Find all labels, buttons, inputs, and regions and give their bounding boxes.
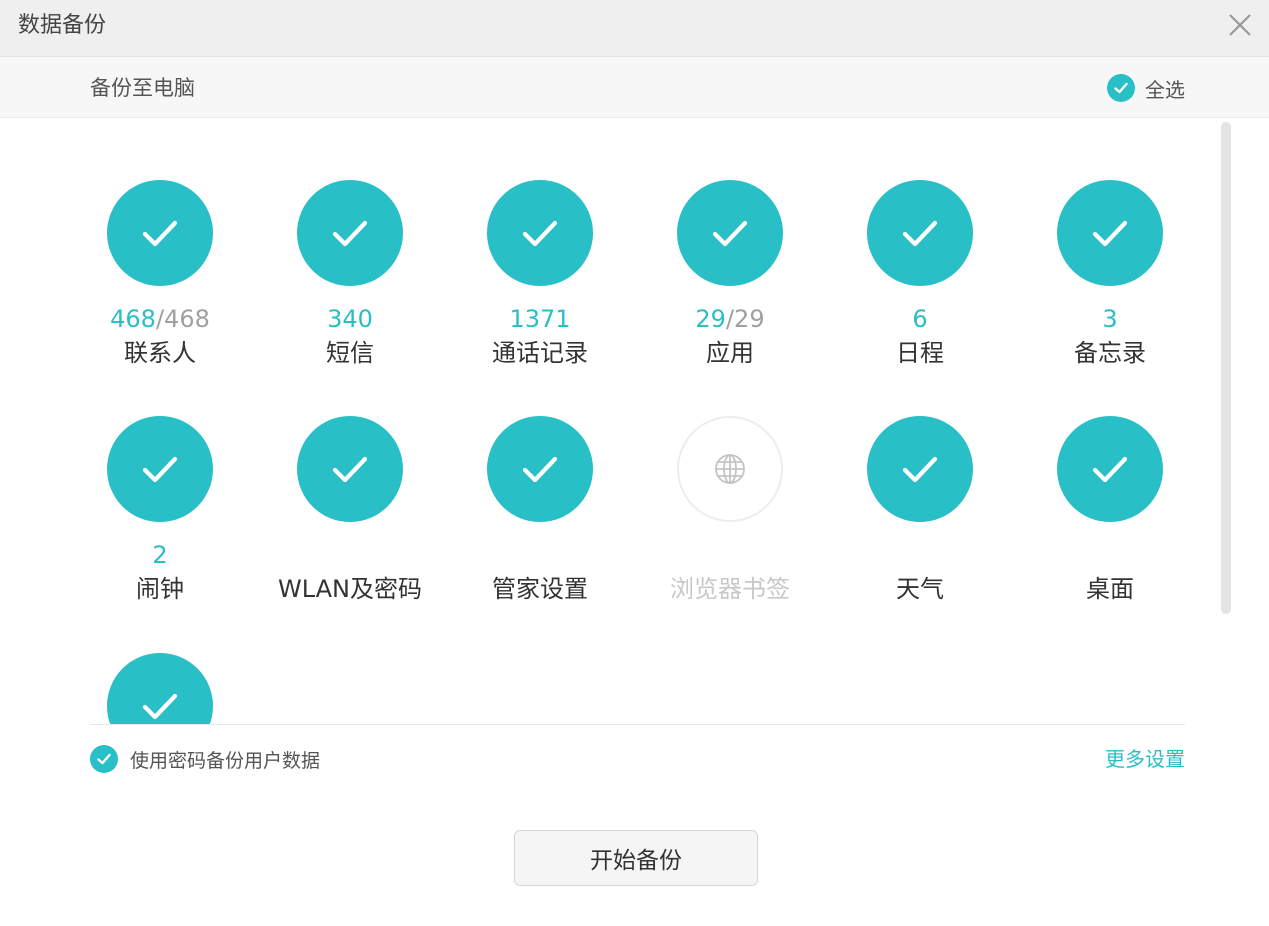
item-label: 天气 <box>896 575 944 603</box>
backup-item[interactable] <box>70 653 250 724</box>
item-count-value: 3 <box>1102 305 1118 333</box>
item-count-value: 29 <box>695 305 726 333</box>
item-count: 6 <box>912 304 927 334</box>
item-count: 1371 <box>509 304 570 334</box>
backup-item[interactable]: 浏览器书签 <box>640 416 820 636</box>
backup-item[interactable]: 桌面 <box>1020 416 1200 636</box>
item-count-value: 1371 <box>509 305 571 333</box>
item-count: 468/468 <box>110 304 210 334</box>
item-label: 备忘录 <box>1074 339 1146 367</box>
scrollbar-track[interactable] <box>1221 122 1231 614</box>
backup-item[interactable]: WLAN及密码 <box>260 416 440 636</box>
item-label: 短信 <box>326 339 374 367</box>
check-icon <box>297 416 403 522</box>
start-backup-button[interactable]: 开始备份 <box>514 830 758 886</box>
select-all-toggle[interactable]: 全选 <box>1107 73 1185 103</box>
item-count: 29/29 <box>695 304 764 334</box>
backup-destination-label: 备份至电脑 <box>90 76 195 100</box>
backup-item[interactable]: 3 备忘录 <box>1020 180 1200 400</box>
divider <box>90 724 1185 725</box>
check-icon <box>487 180 593 286</box>
backup-item[interactable]: 6 日程 <box>830 180 1010 400</box>
item-label: 闹钟 <box>136 575 184 603</box>
item-label: 桌面 <box>1086 575 1134 603</box>
check-icon <box>1057 416 1163 522</box>
check-circle-icon <box>1107 74 1135 102</box>
check-icon <box>677 180 783 286</box>
item-label: 通话记录 <box>492 339 588 367</box>
password-backup-checkbox[interactable]: 使用密码备份用户数据 <box>90 744 320 774</box>
close-icon <box>1229 14 1251 36</box>
item-count-total: 29 <box>734 305 765 333</box>
check-circle-icon <box>90 745 118 773</box>
item-label: 日程 <box>896 339 944 367</box>
item-count-value: 6 <box>912 305 928 333</box>
item-count: 340 <box>327 304 373 334</box>
check-icon <box>107 180 213 286</box>
check-icon <box>867 416 973 522</box>
backup-item[interactable]: 1371 通话记录 <box>450 180 630 400</box>
backup-item[interactable]: 2 闹钟 <box>70 416 250 636</box>
item-count: 2 <box>152 540 167 570</box>
check-icon <box>107 416 213 522</box>
item-label: WLAN及密码 <box>277 575 423 603</box>
item-label: 联系人 <box>124 339 196 367</box>
select-all-label: 全选 <box>1145 77 1185 102</box>
password-backup-label: 使用密码备份用户数据 <box>130 749 321 772</box>
backup-item[interactable]: 天气 <box>830 416 1010 636</box>
item-label: 浏览器书签 <box>670 575 790 603</box>
item-count-separator: / <box>155 305 165 333</box>
item-count-value: 340 <box>327 305 373 333</box>
backup-item-grid: 468/468 联系人 340 短信 1371 通话记录 29/29 应用 6 日程 3 备忘录 2 闹钟… <box>0 118 1269 724</box>
backup-item[interactable]: 管家设置 <box>450 416 630 636</box>
backup-header: 备份至电脑 全选 <box>0 57 1269 118</box>
backup-item[interactable]: 29/29 应用 <box>640 180 820 400</box>
check-icon <box>867 180 973 286</box>
item-count-separator: / <box>725 305 735 333</box>
check-icon <box>297 180 403 286</box>
item-count-total: 468 <box>164 305 210 333</box>
scrollbar-thumb[interactable] <box>1221 122 1231 614</box>
check-icon <box>487 416 593 522</box>
backup-item[interactable]: 468/468 联系人 <box>70 180 250 400</box>
item-label: 管家设置 <box>492 575 588 603</box>
window-title: 数据备份 <box>18 13 107 38</box>
item-count-value: 2 <box>152 541 168 569</box>
more-settings-link[interactable]: 更多设置 <box>1105 746 1185 772</box>
title-bar: 数据备份 <box>0 0 1269 57</box>
close-button[interactable] <box>1225 10 1255 40</box>
item-count: 3 <box>1102 304 1117 334</box>
backup-item[interactable]: 340 短信 <box>260 180 440 400</box>
check-icon <box>1057 180 1163 286</box>
globe-icon <box>677 416 783 522</box>
check-icon <box>107 653 213 724</box>
item-count-value: 468 <box>110 305 156 333</box>
item-label: 应用 <box>706 339 754 367</box>
